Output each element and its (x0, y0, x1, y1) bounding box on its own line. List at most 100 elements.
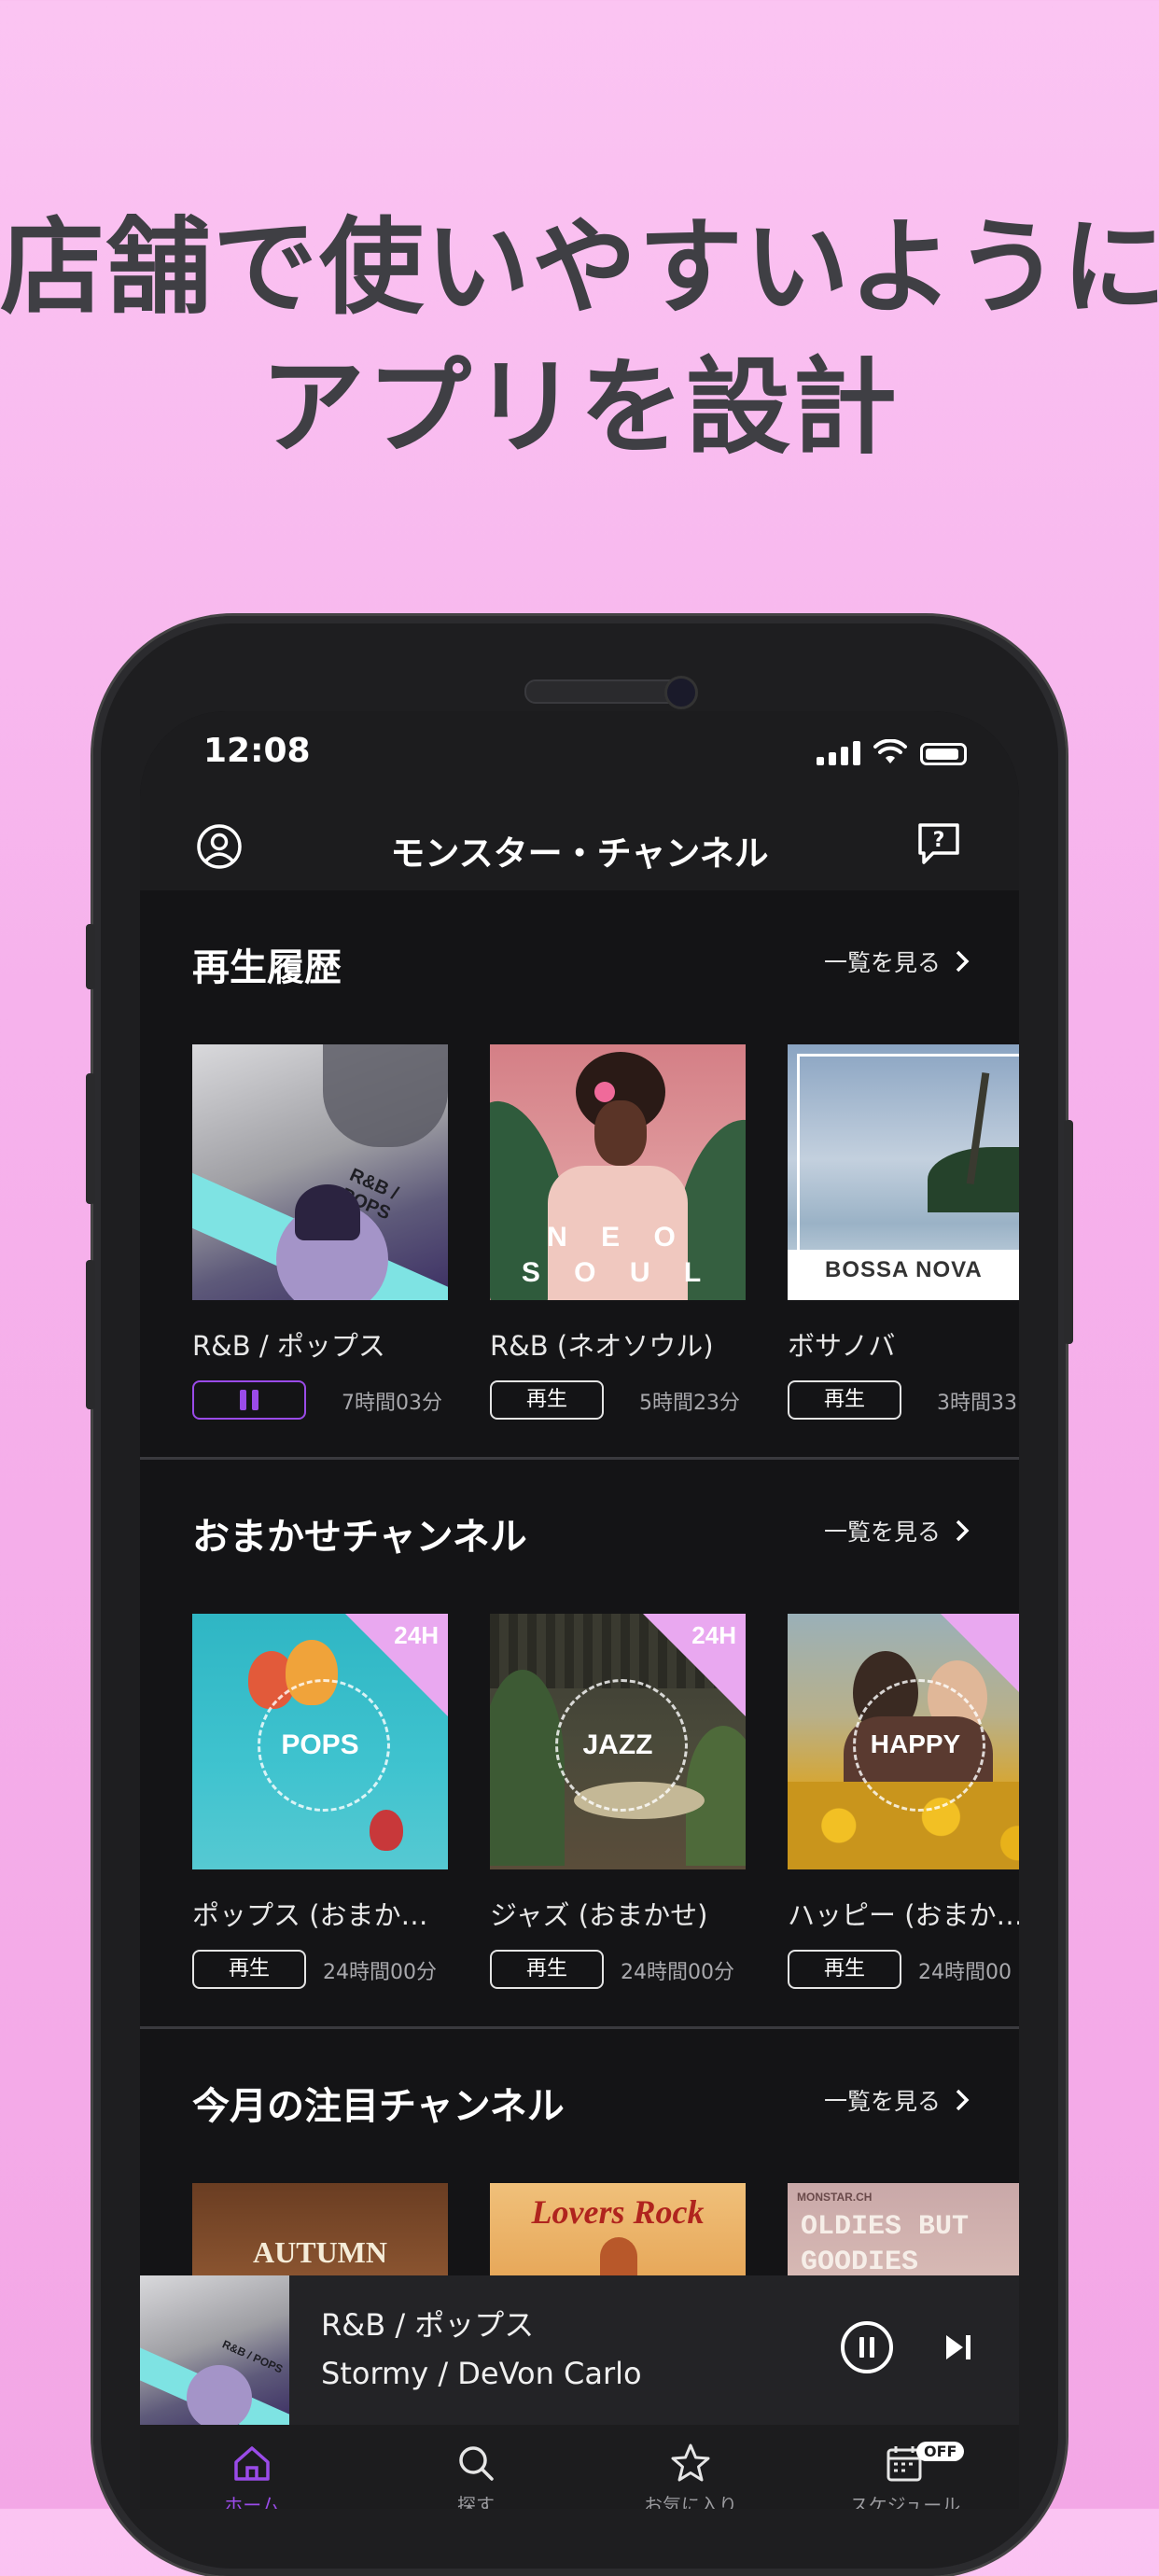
play-button[interactable]: 再生 (788, 1380, 901, 1420)
search-icon (459, 2446, 494, 2481)
duration-badge: 24H (691, 1621, 736, 1649)
section-title: おまかせチャンネル (192, 1516, 527, 1559)
card-title: ボサノバ (788, 1330, 896, 1362)
art-label: BOSSA NOVA (825, 1257, 983, 1282)
pause-button[interactable] (192, 1380, 306, 1420)
section-title: 再生履歴 (192, 946, 342, 989)
section-featured: 今月の注目チャンネル 一覧を見る AUTUMN Lovers Rock MONS… (140, 2029, 1019, 2281)
status-bar: 12:08 (140, 711, 1019, 805)
channel-card[interactable]: BOSSA NOVA ボサノバ 再生 3時間33 (788, 1044, 1019, 1420)
tab-label: 探す (457, 2494, 495, 2509)
card-duration: 24時間00分 (621, 1961, 734, 1984)
art-label: GOODIES (801, 2247, 919, 2276)
card-duration: 5時間23分 (639, 1392, 740, 1415)
tab-favorites[interactable]: お気に入り (635, 2442, 747, 2509)
play-button[interactable]: 再生 (788, 1950, 901, 1989)
status-time: 12:08 (203, 732, 311, 770)
album-art: R&B / POPS (192, 1044, 448, 1300)
card-title: R&B (ネオソウル) (490, 1330, 714, 1362)
card-duration: 3時間33 (937, 1392, 1017, 1415)
svg-text:?: ? (933, 829, 945, 852)
album-art: AUTUMN (192, 2183, 448, 2276)
see-all-label: 一覧を見る (823, 949, 941, 976)
nav-bar: モンスター・チャンネル ? (140, 805, 1019, 890)
art-label: POPS (281, 1729, 359, 1760)
mini-player-art: R&B / POPS (140, 2275, 289, 2425)
phone-power-button (1064, 1120, 1073, 1344)
channel-card[interactable]: POPS 24H ポップス (おまか… 再生 24時間00分 (192, 1614, 448, 1989)
play-button[interactable]: 再生 (490, 1380, 604, 1420)
channel-card[interactable]: MONSTAR.CH OLDIES BUT GOODIES (788, 2183, 1019, 2276)
battery-icon (920, 743, 967, 765)
card-title: ポップス (おまか… (192, 1899, 428, 1931)
home-icon (234, 2446, 270, 2481)
status-icons (817, 739, 967, 765)
art-label: Lovers Rock (531, 2193, 705, 2231)
see-all-link[interactable]: 一覧を見る (824, 1514, 972, 1547)
channel-card[interactable]: HAPPY 24 ハッピー (おまか… 再生 24時間00 (788, 1614, 1019, 1989)
album-art: N E O S O U L (490, 1044, 746, 1300)
phone-speaker (524, 679, 683, 704)
channel-card[interactable]: N E O S O U L R&B (ネオソウル) 再生 5時間23分 (490, 1044, 746, 1420)
wifi-icon (873, 739, 907, 763)
schedule-off-badge: OFF (916, 2442, 965, 2461)
album-art: BOSSA NOVA (788, 1044, 1019, 1300)
section-history: 再生履歴 一覧を見る R&B / POPS R&B / ポップス 7時間03分 (140, 890, 1019, 1460)
channel-card[interactable]: R&B / POPS R&B / ポップス 7時間03分 (192, 1044, 448, 1420)
mini-player-subtitle: Stormy / DeVon Carlo (321, 2356, 642, 2391)
tab-bar: ホーム 探す お気に入り OFF スケジュール (140, 2425, 1019, 2509)
card-title: R&B / ポップス (192, 1330, 385, 1362)
art-label: S O U L (521, 1257, 715, 1288)
see-all-link[interactable]: 一覧を見る (824, 945, 972, 978)
art-label: AUTUMN (253, 2235, 387, 2269)
play-button[interactable]: 再生 (192, 1950, 306, 1989)
headline-line-1: 店舗で使いやすいように (0, 207, 1159, 329)
album-art: JAZZ 24H (490, 1614, 746, 1869)
channel-card[interactable]: AUTUMN (192, 2183, 448, 2276)
album-art: POPS 24H (192, 1614, 448, 1869)
card-title: ハッピー (おまか… (788, 1899, 1019, 1931)
channel-card[interactable]: Lovers Rock (490, 2183, 746, 2276)
signal-icon (817, 739, 860, 765)
skip-next-icon[interactable] (943, 2331, 974, 2363)
tab-label: お気に入り (644, 2494, 737, 2509)
pause-icon (240, 1390, 258, 1410)
tab-label: スケジュール (849, 2494, 961, 2509)
tab-home[interactable]: ホーム (196, 2442, 308, 2509)
see-all-label: 一覧を見る (823, 2088, 941, 2115)
album-art: MONSTAR.CH OLDIES BUT GOODIES (788, 2183, 1019, 2276)
album-art: Lovers Rock (490, 2183, 746, 2276)
see-all-link[interactable]: 一覧を見る (824, 2083, 972, 2117)
mini-player-title: R&B / ポップス (321, 2307, 535, 2343)
card-duration: 7時間03分 (342, 1392, 442, 1415)
chevron-right-icon (956, 950, 970, 973)
phone-volume-down (86, 1260, 95, 1409)
promo-headline: 店舗で使いやすいように アプリを設計 (0, 198, 1159, 478)
phone-mute-switch (86, 924, 95, 989)
card-duration: 24時間00 (918, 1961, 1012, 1984)
headline-line-2: アプリを設計 (260, 347, 899, 469)
art-label: OLDIES BUT (801, 2211, 970, 2243)
play-button[interactable]: 再生 (490, 1950, 604, 1989)
badge-corner (941, 1614, 1019, 1716)
phone-camera (664, 676, 698, 709)
art-label-small: MONSTAR.CH (797, 2191, 873, 2204)
card-title: ジャズ (おまかせ) (490, 1899, 708, 1931)
album-art: HAPPY 24 (788, 1614, 1019, 1869)
chevron-right-icon (956, 2089, 970, 2111)
section-omakase: おまかせチャンネル 一覧を見る POPS 24H ポップス (おまか… 再生 2… (140, 1460, 1019, 2029)
tab-schedule[interactable]: OFF スケジュール (849, 2442, 965, 2509)
mini-player[interactable]: R&B / POPS R&B / ポップス Stormy / DeVon Car… (140, 2275, 1019, 2425)
card-duration: 24時間00分 (323, 1961, 437, 1984)
chevron-right-icon (956, 1519, 970, 1542)
channel-card[interactable]: JAZZ 24H ジャズ (おまかせ) 再生 24時間00分 (490, 1614, 746, 1989)
tab-label: ホーム (224, 2494, 280, 2509)
help-chat-icon[interactable]: ? (915, 819, 963, 868)
see-all-label: 一覧を見る (823, 1519, 941, 1546)
duration-badge: 24H (394, 1621, 439, 1649)
pause-button-icon[interactable] (840, 2320, 894, 2374)
star-icon (671, 2443, 710, 2482)
nav-title: モンスター・チャンネル (390, 833, 769, 874)
tab-search[interactable]: 探す (420, 2442, 532, 2509)
app-screen: 12:08 モンスター・チャンネル ? 再生履歴 一覧を見る R&B / POP… (140, 711, 1019, 2509)
